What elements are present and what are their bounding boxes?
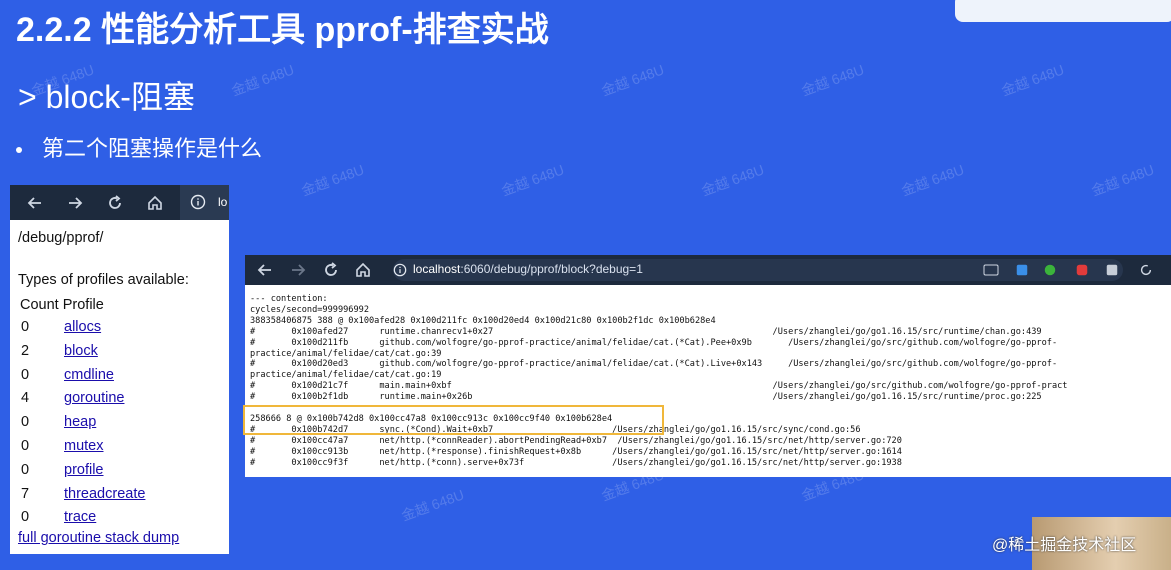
profile-row: 4 goroutine (18, 387, 221, 411)
reload-icon[interactable] (321, 260, 341, 280)
output-line: 388358406875 388 @ 0x100afed28 0x100d211… (250, 315, 716, 326)
profile-row: 0 trace (18, 506, 221, 530)
watermark: 金越 648U (1089, 161, 1157, 199)
browser-toolbar: lo (10, 185, 229, 220)
profile-count: 7 (21, 485, 30, 502)
profile-count: 0 (21, 366, 30, 383)
extension-icon[interactable] (1015, 263, 1029, 277)
page-path: /debug/pprof/ (18, 230, 104, 246)
credit-text: @稀土掘金技术社区 (992, 537, 1137, 554)
profile-row: 0 mutex (18, 435, 221, 459)
output-line: # 0x100d211fb github.com/wolfogre/go-ppr… (250, 337, 1058, 348)
profile-header: Profile (62, 297, 104, 313)
watermark: 金越 648U (499, 161, 567, 199)
bullet-dot (16, 147, 22, 154)
extension-icon[interactable] (1043, 263, 1057, 277)
output-line: # 0x100afed27 runtime.chanrecv1+0x27 /Us… (250, 326, 1042, 337)
profile-row: 0 heap (18, 411, 221, 435)
page-content: /debug/pprof/ Types of profiles availabl… (10, 220, 229, 554)
watermark: 金越 648U (599, 61, 667, 99)
profile-row: 0 allocs (18, 316, 221, 340)
profile-count: 0 (21, 437, 30, 454)
bullet-item: 第二个阻塞操作是什么 (16, 131, 262, 163)
back-arrow-icon[interactable] (25, 193, 45, 213)
forward-arrow-icon[interactable] (65, 193, 85, 213)
profile-count: 0 (21, 414, 30, 431)
output-line: # 0x100b2f1db runtime.main+0x26b /Users/… (250, 392, 1042, 403)
goroutine-dump-link[interactable]: full goroutine stack dump (18, 530, 179, 546)
address-bar[interactable]: lo (180, 185, 229, 220)
logo-card (955, 0, 1171, 22)
output-line: --- contention: (250, 294, 328, 304)
watermark: 金越 648U (699, 161, 767, 199)
profile-link-mutex[interactable]: mutex (64, 435, 104, 459)
home-icon[interactable] (353, 260, 373, 280)
output-line: # 0x100cc913b net/http.(*response).finis… (250, 446, 902, 457)
slide-title: 2.2.2 性能分析工具 pprof-排查实战 (16, 11, 549, 49)
profile-list: 0 allocs 2 block 0 cmdline 4 goroutine 0 heap 0 mut… (18, 316, 221, 530)
profile-link-block[interactable]: block (64, 340, 98, 364)
profile-link-trace[interactable]: trace (64, 506, 96, 530)
profile-row: 0 profile (18, 459, 221, 483)
url-host: localhost (413, 262, 461, 276)
watermark: 金越 648U (999, 61, 1067, 99)
watermark: 金越 648U (299, 161, 367, 199)
watermark: 金越 648U (799, 61, 867, 99)
extensions-menu-icon[interactable] (1139, 263, 1153, 277)
highlight-box (243, 405, 664, 435)
profile-link-cmdline[interactable]: cmdline (64, 364, 114, 388)
profile-row: 7 threadcreate (18, 483, 221, 507)
info-icon (393, 263, 407, 277)
profile-link-allocs[interactable]: allocs (64, 316, 101, 340)
output-line: # 0x100d21c7f main.main+0xbf /Users/zhan… (250, 381, 1068, 392)
url-path: :6060/debug/pprof/block?debug=1 (460, 262, 643, 276)
address-text: lo (218, 195, 228, 209)
browser-toolbar: localhost:6060/debug/pprof/block?debug=1 (245, 255, 1171, 285)
extension-icon[interactable] (1105, 263, 1119, 277)
watermark: 金越 648U (899, 161, 967, 199)
table-header: Count Profile (18, 294, 221, 316)
watermark: 金越 648U (399, 486, 467, 524)
info-icon (190, 194, 206, 210)
output-line: practice/animal/felidae/cat/cat.go:19 (250, 370, 442, 381)
profile-row: 0 cmdline (18, 364, 221, 388)
types-heading: Types of profiles available: (18, 272, 189, 288)
output-line: cycles/second=999996992 (250, 304, 369, 315)
output-line: # 0x100cc9f3f net/http.(*conn).serve+0x7… (250, 457, 902, 468)
home-icon[interactable] (145, 193, 165, 213)
reload-icon[interactable] (105, 193, 125, 213)
profile-link-goroutine[interactable]: goroutine (64, 387, 124, 411)
profile-link-heap[interactable]: heap (64, 411, 96, 435)
reader-mode-icon[interactable] (983, 263, 999, 277)
count-header: Count (20, 297, 59, 313)
profile-count: 0 (21, 319, 30, 335)
output-line: # 0x100cc47a7 net/http.(*connReader).abo… (250, 435, 902, 446)
block-profile-window: localhost:6060/debug/pprof/block?debug=1… (245, 255, 1171, 477)
output-line: practice/animal/felidae/cat/cat.go:39 (250, 348, 442, 359)
watermark: 金越 648U (229, 61, 297, 99)
url-text: localhost:6060/debug/pprof/block?debug=1 (413, 262, 643, 276)
pprof-index-window: lo /debug/pprof/ Types of profiles avail… (10, 185, 229, 554)
profile-count: 0 (21, 509, 30, 526)
extension-icon[interactable] (1075, 263, 1089, 277)
profile-row: 2 block (18, 340, 221, 364)
profile-count: 0 (21, 461, 30, 478)
profile-count: 4 (21, 390, 30, 407)
output-line: # 0x100d20ed3 github.com/wolfogre/go-ppr… (250, 359, 1058, 370)
back-arrow-icon[interactable] (255, 260, 275, 280)
block-profile-output: --- contention: cycles/second=999996992 38… (245, 285, 1171, 468)
profile-link-threadcreate[interactable]: threadcreate (64, 483, 145, 507)
profile-link-profile[interactable]: profile (64, 459, 104, 483)
profile-count: 2 (21, 342, 30, 359)
forward-arrow-icon[interactable] (288, 260, 308, 280)
bullet-text: 第二个阻塞操作是什么 (42, 136, 263, 161)
